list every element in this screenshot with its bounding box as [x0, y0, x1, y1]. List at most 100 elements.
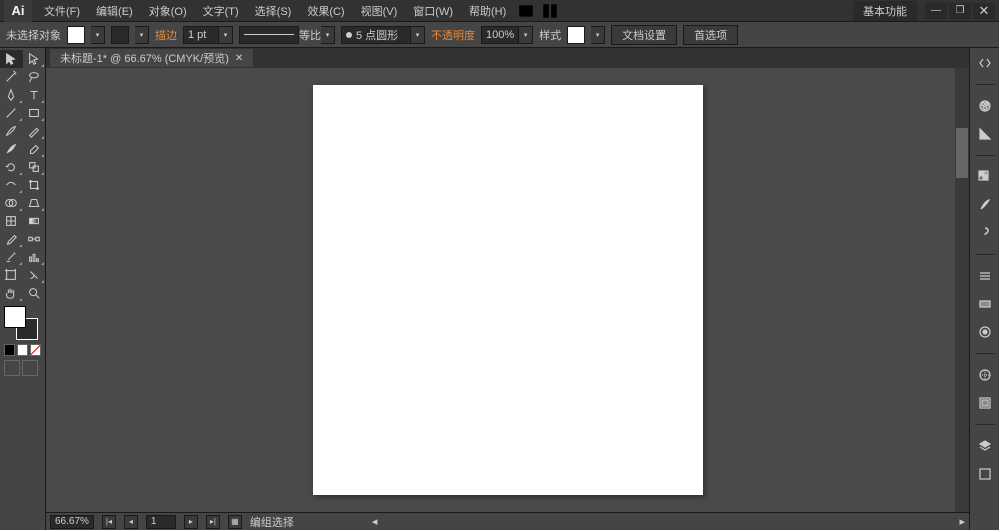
workspace-switcher[interactable]: 基本功能	[853, 1, 917, 21]
menu-edit[interactable]: 编辑(E)	[88, 0, 141, 22]
expand-panels-icon[interactable]	[974, 52, 996, 74]
draw-mode-row	[0, 358, 45, 378]
fill-swatch[interactable]	[67, 26, 85, 44]
rectangle-tool[interactable]	[23, 104, 46, 122]
opacity-label: 不透明度	[431, 27, 475, 43]
selection-tool[interactable]	[0, 50, 23, 68]
gradient-tool[interactable]	[23, 212, 46, 230]
body-row: 未标题-1* @ 66.67% (CMYK/预览) ✕ 66.67% |◂ ◂ …	[0, 48, 999, 530]
pencil-tool[interactable]	[23, 122, 46, 140]
brush-dd[interactable]: ▾	[411, 26, 425, 44]
eraser-tool[interactable]	[23, 140, 46, 158]
arrange-icon[interactable]	[541, 2, 559, 20]
color-mode-solid[interactable]	[4, 344, 15, 356]
menu-effect[interactable]: 效果(C)	[299, 0, 352, 22]
eyedropper-tool[interactable]	[0, 230, 23, 248]
status-nav-left[interactable]: ◂	[372, 515, 378, 528]
zoom-tool[interactable]	[23, 284, 46, 302]
document-tab-title: 未标题-1* @ 66.67% (CMYK/预览)	[60, 50, 229, 66]
symbols-panel-icon[interactable]	[974, 222, 996, 244]
menu-file[interactable]: 文件(F)	[36, 0, 88, 22]
graphic-styles-panel-icon[interactable]	[974, 392, 996, 414]
draw-behind[interactable]	[22, 360, 38, 376]
blend-tool[interactable]	[23, 230, 46, 248]
first-artboard-btn[interactable]: |◂	[102, 515, 116, 529]
slice-tool[interactable]	[23, 266, 46, 284]
align-icon[interactable]	[747, 26, 765, 44]
profile-dd[interactable]: ▾	[321, 26, 335, 44]
color-guide-panel-icon[interactable]	[974, 123, 996, 145]
type-tool[interactable]	[23, 86, 46, 104]
brushes-panel-icon[interactable]	[974, 194, 996, 216]
menu-object[interactable]: 对象(O)	[141, 0, 195, 22]
profile-sample[interactable]	[239, 26, 299, 44]
close-tab-icon[interactable]: ✕	[235, 53, 243, 64]
stroke-dropdown[interactable]: ▾	[135, 26, 149, 44]
hand-tool[interactable]	[0, 284, 23, 302]
opacity-input[interactable]: 100%	[481, 26, 519, 44]
shape-builder-tool[interactable]	[0, 194, 23, 212]
canvas-column: 未标题-1* @ 66.67% (CMYK/预览) ✕ 66.67% |◂ ◂ …	[46, 48, 969, 530]
menu-window[interactable]: 窗口(W)	[405, 0, 461, 22]
artboard-tool[interactable]	[0, 266, 23, 284]
fill-stroke-colors[interactable]	[0, 302, 45, 342]
color-panel-icon[interactable]	[974, 95, 996, 117]
opacity-dd[interactable]: ▾	[519, 26, 533, 44]
magic-wand-tool[interactable]	[0, 68, 23, 86]
prefs-button[interactable]: 首选项	[683, 25, 738, 45]
fill-dropdown[interactable]: ▾	[91, 26, 105, 44]
menu-type[interactable]: 文字(T)	[195, 0, 247, 22]
document-tab[interactable]: 未标题-1* @ 66.67% (CMYK/预览) ✕	[50, 49, 253, 67]
swatches-panel-icon[interactable]	[974, 166, 996, 188]
status-nav-right[interactable]: ▸	[959, 515, 965, 528]
free-transform-tool[interactable]	[23, 176, 46, 194]
paintbrush-tool[interactable]	[0, 122, 23, 140]
menu-help[interactable]: 帮助(H)	[461, 0, 514, 22]
style-dd[interactable]: ▾	[591, 26, 605, 44]
artboards-panel-icon[interactable]	[974, 463, 996, 485]
mesh-tool[interactable]	[0, 212, 23, 230]
style-swatch[interactable]	[567, 26, 585, 44]
lasso-tool[interactable]	[23, 68, 46, 86]
stroke-swatch[interactable]	[111, 26, 129, 44]
window-minimize[interactable]: —	[925, 3, 947, 19]
blob-brush-tool[interactable]	[0, 140, 23, 158]
artboard	[313, 85, 703, 495]
bridge-icon[interactable]	[517, 2, 535, 20]
width-tool[interactable]	[0, 176, 23, 194]
last-artboard-btn[interactable]: ▸|	[206, 515, 220, 529]
artboard-nav-icon[interactable]: ▦	[228, 515, 242, 529]
pen-tool[interactable]	[0, 86, 23, 104]
prev-artboard-btn[interactable]: ◂	[124, 515, 138, 529]
artboard-number[interactable]: 1	[146, 515, 176, 529]
line-tool[interactable]	[0, 104, 23, 122]
menu-view[interactable]: 视图(V)	[353, 0, 406, 22]
direct-selection-tool[interactable]	[23, 50, 46, 68]
column-graph-tool[interactable]	[23, 248, 46, 266]
stroke-width-input[interactable]: 1 pt	[183, 26, 219, 44]
draw-normal[interactable]	[4, 360, 20, 376]
next-artboard-btn[interactable]: ▸	[184, 515, 198, 529]
doc-setup-button[interactable]: 文档设置	[611, 25, 677, 45]
scrollbar-thumb[interactable]	[956, 128, 968, 178]
scale-tool[interactable]	[23, 158, 46, 176]
transparency-panel-icon[interactable]	[974, 321, 996, 343]
brush-input[interactable]: 5 点圆形	[341, 26, 411, 44]
zoom-level[interactable]: 66.67%	[50, 515, 94, 529]
menu-select[interactable]: 选择(S)	[247, 0, 300, 22]
color-mode-none[interactable]	[30, 344, 41, 356]
symbol-sprayer-tool[interactable]	[0, 248, 23, 266]
vertical-scrollbar[interactable]	[955, 68, 969, 512]
window-close[interactable]: ✕	[973, 3, 995, 19]
rotate-tool[interactable]	[0, 158, 23, 176]
panel-menu-icon[interactable]	[972, 26, 990, 44]
color-mode-gradient[interactable]	[17, 344, 28, 356]
appearance-panel-icon[interactable]	[974, 364, 996, 386]
layers-panel-icon[interactable]	[974, 435, 996, 457]
stroke-width-dd[interactable]: ▾	[219, 26, 233, 44]
perspective-grid-tool[interactable]	[23, 194, 46, 212]
canvas-area[interactable]	[46, 68, 969, 512]
gradient-panel-icon[interactable]	[974, 293, 996, 315]
stroke-panel-icon[interactable]	[974, 265, 996, 287]
window-maximize[interactable]: ❐	[949, 3, 971, 19]
